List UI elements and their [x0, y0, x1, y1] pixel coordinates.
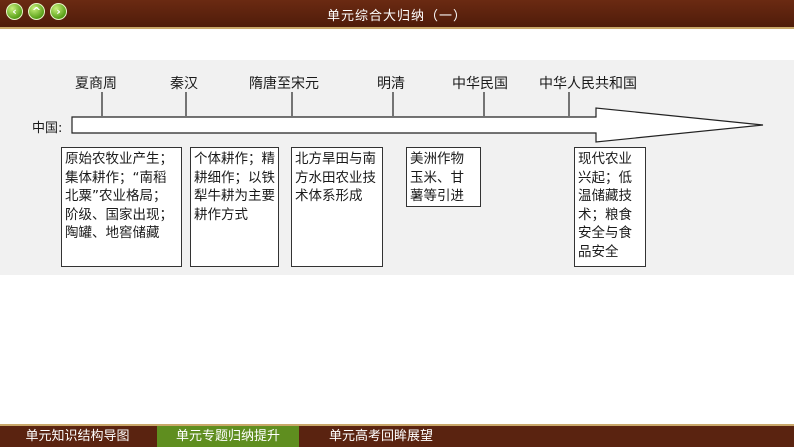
period-box-prc: 现代农业兴起；低温储藏技术；粮食安全与食品安全 [574, 147, 646, 267]
period-box-xia-shang-zhou: 原始农牧业产生；集体耕作；“南稻北粟”农业格局；阶级、国家出现；陶罐、地窖储藏 [61, 147, 182, 267]
tab-exam-review[interactable]: 单元高考回眸展望 [301, 426, 461, 447]
china-label: 中国: [32, 121, 63, 136]
period-box-ming-qing: 美洲作物玉米、甘薯等引进 [406, 147, 481, 207]
bottom-nav: 单元知识结构导图 单元专题归纳提升 单元高考回眸展望 [0, 424, 794, 447]
period-box-qin-han: 个体耕作；精耕细作；以铁犁牛耕为主要耕作方式 [190, 147, 279, 267]
tab-knowledge-map[interactable]: 单元知识结构导图 [0, 426, 155, 447]
page-title: 单元综合大归纳（一） [326, 9, 467, 24]
tab-topic-summary[interactable]: 单元专题归纳提升 [157, 426, 299, 447]
period-box-sui-tang-song-yuan: 北方旱田与南方水田农业技术体系形成 [291, 147, 383, 267]
timeline-panel: 夏商周 秦汉 隋唐至宋元 明清 中华民国 中华人民共和国 中国: 原始农牧业产生… [0, 60, 794, 275]
title-bar: ‹ ^ › 单元综合大归纳（一） [0, 0, 794, 29]
